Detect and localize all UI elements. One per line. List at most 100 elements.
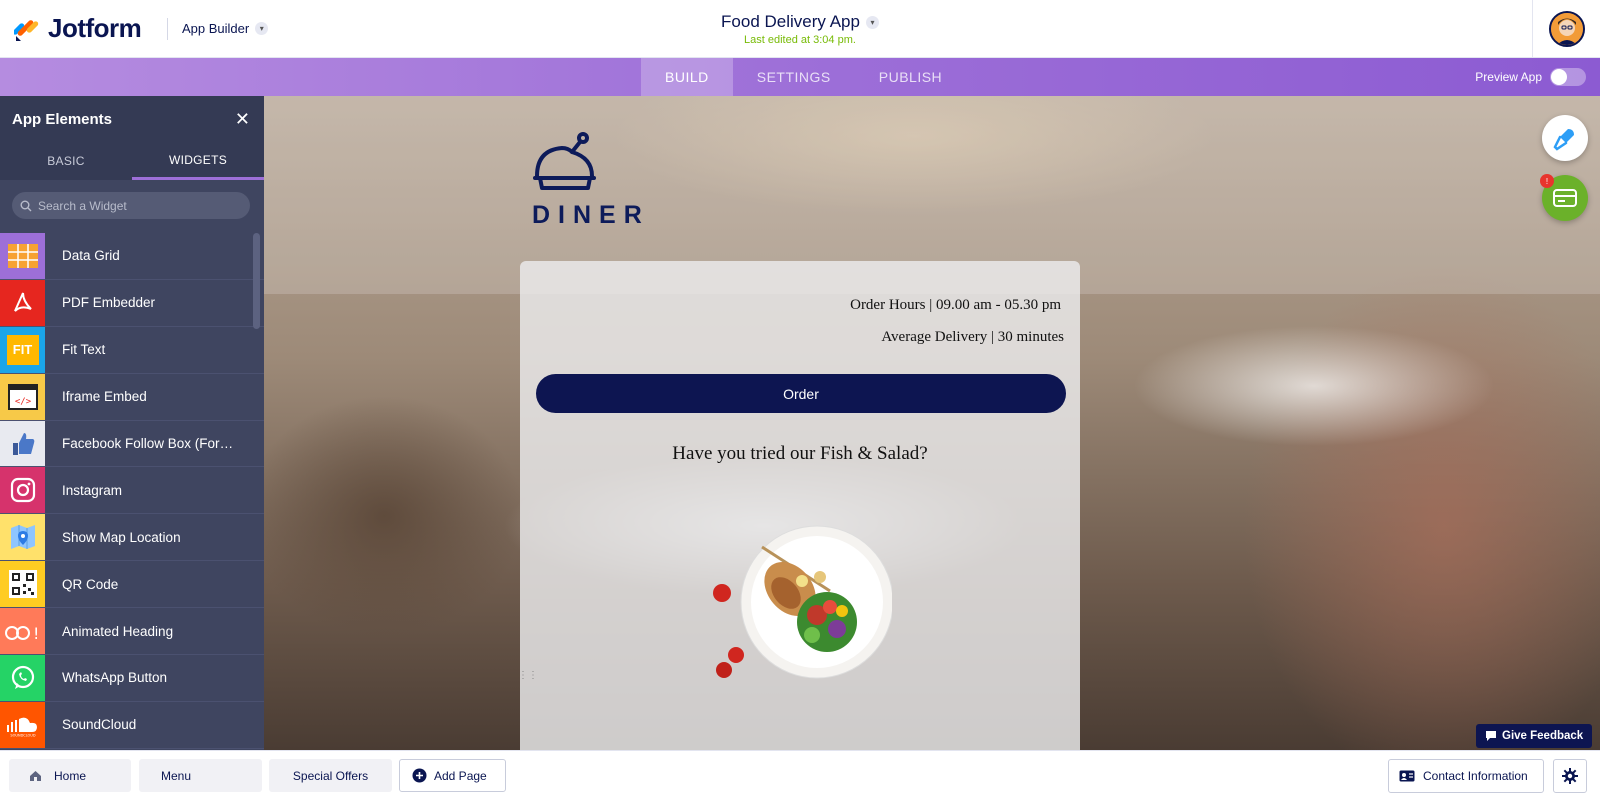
qr-code-icon	[0, 561, 45, 608]
svg-text:</>: </>	[14, 397, 31, 407]
preview-app-label: Preview App	[1475, 70, 1542, 84]
plus-circle-icon	[412, 768, 427, 783]
nav-tabs: BUILD SETTINGS PUBLISH	[641, 58, 966, 96]
fish-salad-image[interactable]	[702, 507, 892, 697]
soundcloud-icon: SOUNDCLOUD	[0, 701, 45, 748]
tab-widgets[interactable]: WIDGETS	[132, 142, 264, 180]
widget-show-map-location[interactable]: Show Map Location	[0, 514, 264, 562]
tab-publish[interactable]: PUBLISH	[855, 58, 966, 96]
page-tab-special-offers[interactable]: Special Offers	[269, 759, 392, 792]
animated-heading-icon: !	[0, 608, 45, 655]
widget-list: Data Grid PDF Embedder FIT Fit Text </> …	[0, 233, 264, 749]
svg-text:SOUNDCLOUD: SOUNDCLOUD	[10, 733, 35, 737]
pdf-icon	[0, 279, 45, 326]
thumbs-up-icon	[0, 420, 45, 467]
diner-logo-text: DINER	[532, 201, 650, 229]
contact-information-label: Contact Information	[1423, 769, 1528, 783]
diner-logo[interactable]: DINER	[532, 128, 650, 230]
app-designer-button[interactable]	[1542, 115, 1588, 161]
average-delivery-text[interactable]: Average Delivery | 30 minutes	[881, 329, 1064, 346]
tab-basic[interactable]: BASIC	[0, 142, 132, 180]
whatsapp-icon	[0, 655, 45, 701]
map-icon	[0, 514, 45, 561]
chevron-down-icon: ▾	[865, 15, 879, 29]
page-settings-button[interactable]	[1553, 759, 1587, 793]
widget-label: Facebook Follow Box (Form...	[62, 436, 242, 451]
svg-text:!: !	[33, 624, 39, 643]
card-icon	[1553, 189, 1577, 207]
app-title: Food Delivery App	[721, 12, 860, 31]
sidebar-tabs: BASIC WIDGETS	[0, 142, 264, 180]
widget-pdf-embedder[interactable]: PDF Embedder	[0, 279, 264, 327]
app-title-dropdown[interactable]: Food Delivery App ▾	[721, 12, 879, 32]
widget-instagram[interactable]: Instagram	[0, 467, 264, 515]
promo-heading[interactable]: Have you tried our Fish & Salad?	[520, 443, 1080, 465]
sidebar-title: App Elements	[12, 110, 113, 128]
add-page-label: Add Page	[434, 768, 487, 783]
page-tab-menu[interactable]: Menu	[139, 759, 262, 792]
avatar-area	[1532, 0, 1600, 58]
widget-animated-heading[interactable]: ! Animated Heading	[0, 608, 264, 656]
iframe-embed-icon: </>	[0, 373, 45, 420]
widget-facebook-follow[interactable]: Facebook Follow Box (Form...	[0, 420, 264, 468]
user-avatar-icon	[1550, 13, 1583, 45]
widget-search-box	[12, 192, 250, 219]
widget-qr-code[interactable]: QR Code	[0, 561, 264, 609]
add-page-button[interactable]: Add Page	[399, 759, 506, 792]
pages-bar: Home Menu Special Offers Add Page Contac…	[0, 750, 1600, 800]
drag-handle-icon[interactable]: ⋮⋮	[518, 670, 538, 681]
tab-build[interactable]: BUILD	[641, 58, 733, 96]
widget-label: Fit Text	[62, 342, 106, 358]
order-hours-text[interactable]: Order Hours | 09.00 am - 05.30 pm	[850, 297, 1061, 314]
top-bar: Jotform App Builder ▾ Food Delivery App …	[0, 0, 1600, 58]
home-icon	[30, 770, 41, 781]
app-preview-canvas: DINER Order Hours | 09.00 am - 05.30 pm …	[264, 96, 1600, 750]
fit-text-icon: FIT	[0, 326, 45, 373]
widget-label: SoundCloud	[62, 717, 137, 733]
widget-fit-text[interactable]: FIT Fit Text	[0, 326, 264, 374]
widget-iframe-embed[interactable]: </> Iframe Embed	[0, 373, 264, 421]
page-tab-home[interactable]: Home	[9, 759, 131, 792]
paint-roller-icon	[1553, 129, 1574, 151]
data-grid-icon	[0, 233, 45, 279]
page-tab-label: Menu	[161, 768, 192, 783]
preview-app-toggle[interactable]	[1550, 68, 1586, 86]
give-feedback-label: Give Feedback	[1502, 730, 1584, 742]
preview-app: Preview App	[1475, 68, 1586, 86]
widget-label: Instagram	[62, 482, 123, 498]
notification-badge: !	[1540, 174, 1554, 188]
widget-label: Data Grid	[62, 248, 120, 264]
order-button[interactable]: Order	[536, 374, 1066, 413]
gear-icon	[1562, 768, 1578, 784]
app-content-card: Order Hours | 09.00 am - 05.30 pm Averag…	[520, 261, 1080, 750]
app-title-area: Food Delivery App ▾ Last edited at 3:04 …	[0, 12, 1600, 46]
feedback-icon	[1486, 731, 1496, 741]
widget-label: WhatsApp Button	[62, 670, 168, 686]
widget-label: Iframe Embed	[62, 389, 147, 405]
chicken-logo-icon	[533, 132, 596, 190]
contact-information-button[interactable]: Contact Information	[1388, 759, 1544, 793]
instagram-icon	[0, 467, 45, 514]
widget-soundcloud[interactable]: SOUNDCLOUD SoundCloud	[0, 701, 264, 749]
sidebar-header: App Elements ✕	[0, 96, 264, 142]
last-edited-status: Last edited at 3:04 pm.	[744, 34, 856, 46]
widget-search-input[interactable]	[38, 198, 238, 213]
app-elements-sidebar: App Elements ✕ BASIC WIDGETS Data Grid P…	[0, 96, 264, 750]
contact-card-icon	[1399, 770, 1415, 782]
widget-whatsapp-button[interactable]: WhatsApp Button	[0, 655, 264, 702]
sidebar-scrollbar[interactable]	[253, 233, 260, 329]
close-icon[interactable]: ✕	[235, 109, 250, 130]
widget-label: Animated Heading	[62, 623, 174, 639]
widget-search-area	[0, 180, 264, 233]
page-tab-label: Home	[54, 768, 87, 783]
avatar[interactable]	[1548, 11, 1585, 47]
widget-data-grid[interactable]: Data Grid	[0, 233, 264, 280]
tab-settings[interactable]: SETTINGS	[733, 58, 855, 96]
widget-label: PDF Embedder	[62, 295, 156, 311]
search-icon	[20, 200, 32, 211]
widget-label: Show Map Location	[62, 529, 181, 545]
widget-label: QR Code	[62, 576, 119, 592]
main-nav-bar: BUILD SETTINGS PUBLISH Preview App	[0, 58, 1600, 96]
give-feedback-button[interactable]: Give Feedback	[1476, 724, 1593, 748]
page-tab-label: Special Offers	[292, 768, 369, 783]
